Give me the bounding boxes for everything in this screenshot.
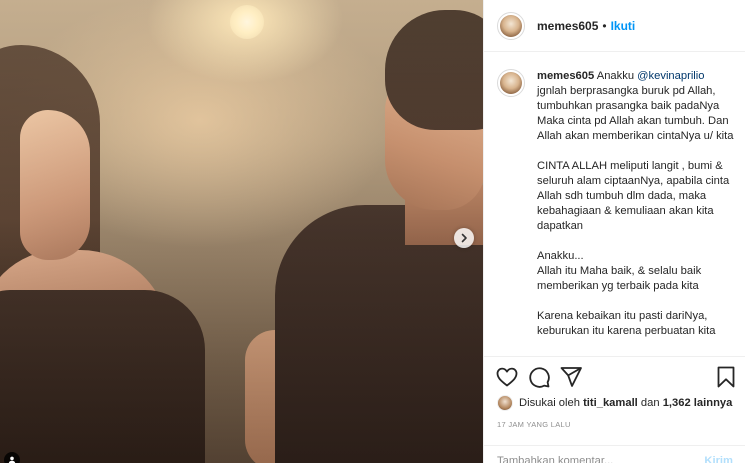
comment-box: Tambahkan komentar... Kirim [484,445,745,463]
post-timestamp[interactable]: 17 JAM YANG LALU [497,420,571,429]
likes-joiner: dan [640,397,660,409]
likes-summary: Disukai oleh titi_kamall dan 1,362 lainn… [497,395,732,411]
post-photo[interactable] [0,0,483,463]
post-side-panel: memes605 • Ikuti memes605 Anakku @kevina… [483,0,745,463]
avatar-image [500,14,522,37]
chevron-right-icon [461,233,467,243]
post-comment-button[interactable]: Kirim [704,455,733,463]
bookmark-icon[interactable] [714,365,738,389]
user-tag-icon [8,456,16,463]
caption-username[interactable]: memes605 [537,70,594,82]
action-icons [495,365,738,389]
liker-avatar[interactable] [497,395,513,411]
post-header: memes605 • Ikuti [484,0,745,52]
avatar[interactable] [497,11,525,40]
comments-area[interactable]: memes605 Anakku @kevinaprilio jgnlah ber… [484,53,745,356]
comment-icon[interactable] [527,365,551,389]
likes-prefix: Disukai oleh [519,397,580,409]
user-tags-button[interactable] [4,452,20,463]
liker-username[interactable]: titi_kamall [583,397,638,409]
avatar-image [500,72,522,94]
actions-area: Disukai oleh titi_kamall dan 1,362 lainn… [484,356,745,463]
caption-body: jgnlah berprasangka buruk pd Allah, tumb… [537,85,734,337]
likes-count-button[interactable]: 1,362 lainnya [663,397,733,409]
header-separator: • [602,18,607,33]
caption-intro: Anakku [596,70,635,82]
caption: memes605 Anakku @kevinaprilio jgnlah ber… [537,69,734,356]
share-icon[interactable] [559,365,583,389]
photo-haze [0,0,483,463]
next-image-button[interactable] [454,228,474,248]
caption-mention[interactable]: @kevinaprilio [637,70,704,82]
post-username[interactable]: memes605 [537,19,598,33]
comment-input[interactable]: Tambahkan komentar... [497,455,613,463]
heart-icon[interactable] [495,365,519,389]
follow-button[interactable]: Ikuti [611,19,636,33]
caption-avatar[interactable] [497,69,525,97]
